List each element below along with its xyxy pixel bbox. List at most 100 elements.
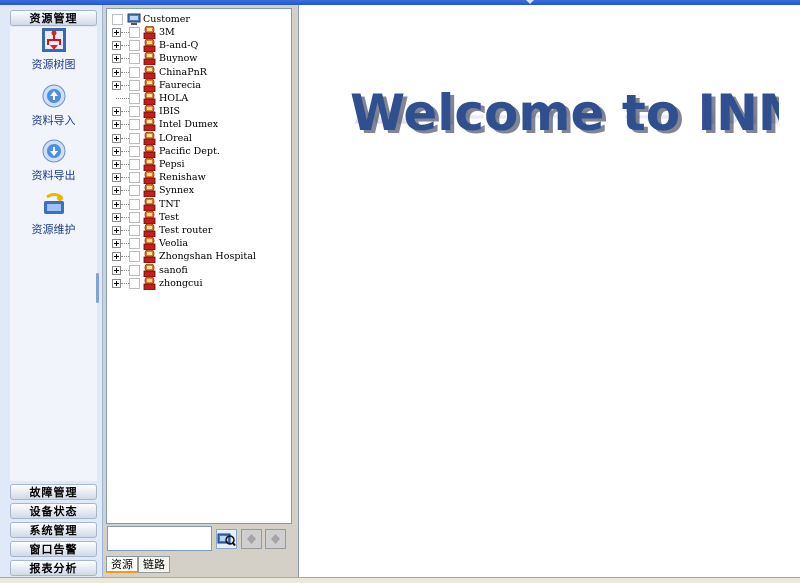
tree-checkbox[interactable]	[129, 185, 140, 197]
nav-section-window-alarm[interactable]: 窗口告警	[10, 541, 97, 557]
tree-node-label: ChinaPnR	[159, 66, 207, 78]
nav-section-device-status[interactable]: 设备状态	[10, 503, 97, 519]
tree-checkbox[interactable]	[129, 106, 140, 118]
tool-data-import[interactable]: 资料导入	[10, 83, 97, 128]
tree-node-label: TNT	[159, 198, 180, 210]
panel-splitter-handle[interactable]	[96, 273, 99, 303]
expand-toggle[interactable]	[112, 28, 121, 37]
tree-checkbox[interactable]	[129, 66, 140, 78]
welcome-title: Welcome to INMC	[350, 84, 779, 142]
expand-toggle[interactable]	[112, 199, 121, 209]
expand-toggle[interactable]	[112, 265, 121, 275]
tree-checkbox[interactable]	[129, 277, 140, 289]
tree-checkbox[interactable]	[129, 198, 140, 210]
nav-header-resource-management[interactable]: 资源管理	[10, 10, 97, 26]
tree-connector	[121, 111, 129, 113]
expand-toggle[interactable]	[112, 133, 121, 143]
tree-checkbox[interactable]	[129, 53, 140, 65]
tree-connector	[121, 32, 129, 33]
expand-toggle[interactable]	[112, 226, 121, 235]
tree-checkbox[interactable]	[112, 14, 123, 25]
tree-checkbox[interactable]	[129, 211, 140, 223]
nav-section-system-management[interactable]: 系统管理	[10, 522, 97, 538]
tree-checkbox[interactable]	[129, 145, 140, 157]
tab-resources[interactable]: 资源	[106, 556, 138, 573]
expand-toggle[interactable]	[112, 212, 121, 222]
tree-connector	[121, 71, 129, 73]
tree-node-label: Test router	[159, 225, 213, 236]
tree-connector	[121, 84, 129, 86]
tool-data-export[interactable]: 资料导出	[10, 138, 97, 183]
tree-checkbox[interactable]	[129, 159, 140, 170]
expand-toggle[interactable]	[112, 107, 121, 117]
expand-toggle[interactable]	[112, 278, 121, 288]
tool-label: 资源树图	[31, 58, 76, 71]
customer-icon	[143, 26, 156, 39]
expand-toggle[interactable]	[112, 173, 121, 183]
expand-toggle[interactable]	[112, 120, 121, 130]
tree-node-label: Buynow	[159, 53, 198, 65]
status-bar	[0, 577, 800, 583]
tree-checkbox[interactable]	[129, 119, 140, 131]
tree-connector	[121, 150, 129, 152]
network-icon	[127, 13, 141, 25]
tab-links[interactable]: 链路	[138, 556, 170, 573]
tree-checkbox[interactable]	[129, 132, 140, 144]
customer-icon	[143, 197, 156, 211]
scroll-indicator	[526, 0, 534, 4]
tree-connector	[121, 137, 129, 139]
tree-node-label: Pepsi	[159, 159, 185, 170]
expand-toggle[interactable]	[112, 54, 121, 64]
expand-toggle[interactable]	[112, 160, 121, 169]
customer-icon	[143, 144, 156, 158]
find-button[interactable]	[216, 529, 237, 549]
expand-toggle[interactable]	[112, 252, 121, 262]
customer-icon	[143, 39, 156, 53]
expand-toggle[interactable]	[112, 80, 121, 90]
nav-section-fault-management[interactable]: 故障管理	[10, 484, 97, 500]
customer-icon	[143, 65, 156, 79]
tree-search-input[interactable]	[107, 526, 212, 551]
customer-icon	[143, 131, 156, 145]
tree-checkbox[interactable]	[129, 172, 140, 184]
nav-section-report-analysis[interactable]: 报表分析	[10, 560, 97, 576]
tree-tabs: 资源 链路	[106, 556, 292, 574]
tool-label: 资料导入	[31, 114, 76, 127]
tree-node-label: Test	[159, 211, 179, 223]
customer-icon	[143, 184, 156, 198]
expand-toggle[interactable]	[112, 67, 121, 77]
customer-icon	[143, 52, 156, 66]
tree-connector	[121, 164, 129, 165]
tool-resource-maintenance[interactable]: 资源维护	[10, 192, 97, 237]
tree-checkbox[interactable]	[129, 225, 140, 236]
tree-checkbox[interactable]	[129, 251, 140, 263]
tree-checkbox[interactable]	[129, 93, 140, 104]
tool-label: 资料导出	[31, 169, 76, 182]
tool-resource-tree[interactable]: 资源树图	[10, 27, 97, 72]
expand-toggle[interactable]	[112, 41, 121, 51]
tree-connector	[116, 98, 129, 99]
tree-search-bar	[106, 524, 292, 554]
expand-toggle[interactable]	[112, 239, 121, 249]
tree-node-label: Intel Dumex	[159, 119, 219, 131]
find-icon	[217, 533, 236, 547]
tree-node-label: Zhongshan Hospital	[159, 251, 256, 263]
tree-node-label: Renishaw	[159, 172, 206, 184]
tree-connector	[121, 269, 129, 271]
tree-checkbox[interactable]	[129, 79, 140, 91]
previous-result-button[interactable]	[241, 529, 262, 549]
tree-connector	[121, 203, 129, 205]
tool-label: 资源维护	[31, 223, 76, 236]
tree-checkbox[interactable]	[129, 264, 140, 276]
welcome-banner: Welcome to INMC Welcome to INMC Welcome …	[350, 84, 779, 145]
next-result-button[interactable]	[265, 529, 286, 549]
tree-node-label: Pacific Dept.	[159, 145, 220, 157]
expand-toggle[interactable]	[112, 186, 121, 196]
nav-tool-list: 资源树图 资料导入 资料导出 资源维护	[10, 27, 97, 481]
expand-toggle[interactable]	[112, 146, 121, 156]
tree-checkbox[interactable]	[129, 27, 140, 38]
tree-connector	[121, 230, 129, 231]
tree-checkbox[interactable]	[129, 40, 140, 52]
tree-checkbox[interactable]	[129, 238, 140, 250]
customer-icon	[143, 263, 156, 277]
